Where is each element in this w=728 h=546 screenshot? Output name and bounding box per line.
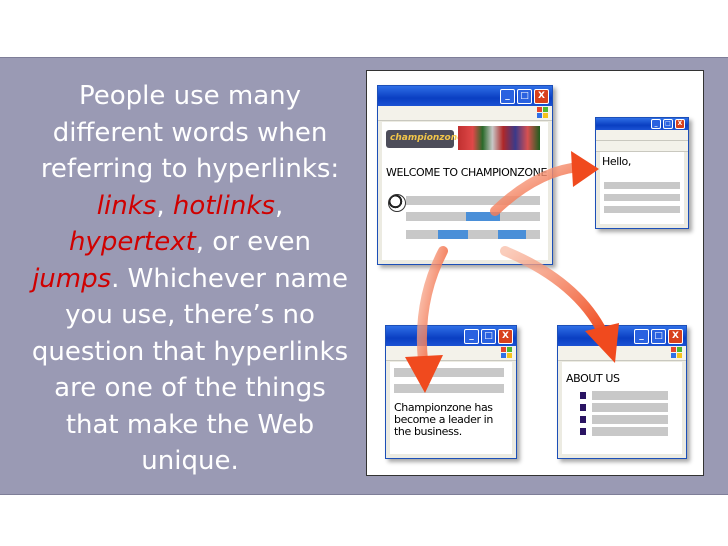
about-heading: ABOUT US	[566, 372, 620, 385]
content-line	[604, 194, 680, 201]
text-or-even: , or even	[195, 227, 312, 257]
content-line	[592, 427, 668, 436]
site-logo: championzone	[386, 130, 463, 148]
separator: ,	[274, 190, 284, 221]
hyperlink-about[interactable]	[498, 230, 526, 239]
hyperlink-news[interactable]	[438, 230, 468, 239]
content-line	[592, 391, 668, 400]
soccer-ball-icon	[388, 194, 406, 212]
term-hotlinks: hotlinks	[172, 190, 275, 221]
address-bar	[378, 106, 552, 121]
windows-logo-icon	[671, 347, 682, 358]
about-browser-window: _ □ X ABOUT US	[557, 325, 687, 459]
close-button: X	[675, 119, 685, 129]
title-bar: _ □ X	[386, 326, 516, 346]
address-bar	[558, 346, 686, 361]
separator: ,	[156, 190, 173, 221]
minimize-button: _	[651, 119, 661, 129]
page-content: championzone WELCOME TO CHAMPIONZONE	[382, 122, 548, 260]
maximize-button: □	[517, 89, 532, 104]
content-line	[592, 415, 668, 424]
page-content: Championzone has become a leader in the …	[390, 362, 512, 454]
slide-paragraph: People use many different words when ref…	[30, 78, 350, 480]
term-jumps: jumps	[32, 263, 112, 294]
term-hypertext: hypertext	[68, 227, 196, 257]
text-conclusion: . Whichever name you use, there’s no que…	[31, 263, 349, 477]
hello-text: Hello,	[602, 155, 631, 168]
windows-logo-icon	[501, 347, 512, 358]
address-bar	[596, 130, 688, 141]
page-content: ABOUT US	[562, 362, 682, 454]
close-button: X	[498, 329, 513, 344]
main-browser-window: _ □ X championzone WELCOME TO CHAMPIONZO…	[377, 85, 553, 265]
minimize-button: _	[464, 329, 479, 344]
hello-browser-window: _ □ X Hello,	[595, 117, 689, 229]
toolbar	[596, 141, 688, 152]
content-line	[406, 196, 540, 205]
maximize-button: □	[651, 329, 666, 344]
title-bar: _ □ X	[378, 86, 552, 106]
address-bar	[386, 346, 516, 361]
welcome-heading: WELCOME TO CHAMPIONZONE	[386, 166, 548, 179]
maximize-button: □	[481, 329, 496, 344]
hyperlink-hello[interactable]	[466, 212, 500, 221]
bullet-icon	[580, 428, 586, 435]
title-bar: _ □ X	[558, 326, 686, 346]
content-line	[604, 182, 680, 189]
content-line	[604, 206, 680, 213]
news-text: Championzone has become a leader in the …	[394, 401, 493, 438]
term-links: links	[96, 190, 157, 221]
bullet-icon	[580, 416, 586, 423]
minimize-button: _	[500, 89, 515, 104]
minimize-button: _	[634, 329, 649, 344]
title-bar: _ □ X	[596, 118, 688, 130]
content-line	[394, 384, 504, 393]
news-browser-window: _ □ X Championzone has become a leader i…	[385, 325, 517, 459]
content-line	[592, 403, 668, 412]
text-intro: People use many different words when ref…	[40, 81, 340, 184]
windows-logo-icon	[537, 107, 548, 118]
bullet-icon	[580, 392, 586, 399]
page-content: Hello,	[600, 152, 684, 224]
content-line	[394, 368, 504, 377]
hyperlink-diagram: _ □ X championzone WELCOME TO CHAMPIONZO…	[366, 70, 704, 476]
sports-banner-image	[458, 126, 540, 150]
close-button: X	[668, 329, 683, 344]
close-button: X	[534, 89, 549, 104]
bullet-icon	[580, 404, 586, 411]
maximize-button: □	[663, 119, 673, 129]
